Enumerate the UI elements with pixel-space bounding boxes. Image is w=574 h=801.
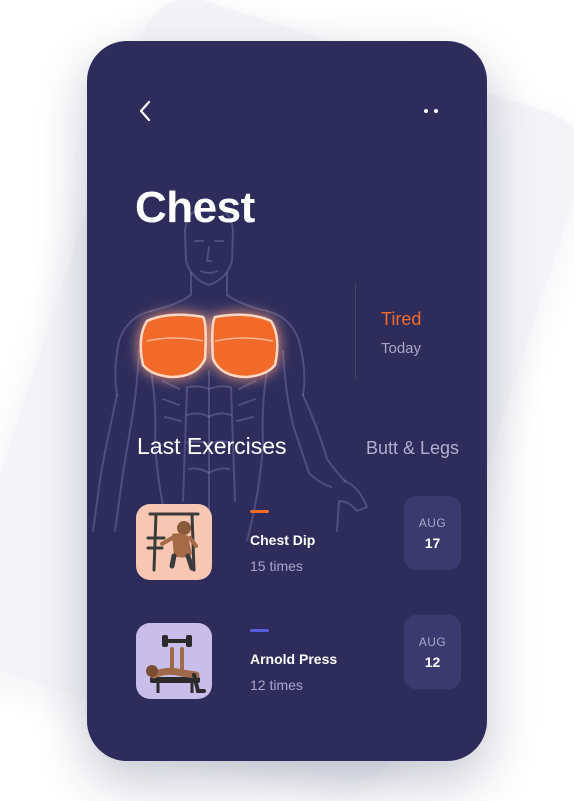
workout-screen: Chest Tired Today Last Exercises Butt & … bbox=[87, 41, 487, 761]
date-month: AUG bbox=[418, 515, 447, 530]
exercise-accent bbox=[250, 629, 269, 632]
exercise-thumbnail bbox=[136, 504, 212, 580]
exercise-count: 12 times bbox=[250, 677, 303, 693]
date-day: 12 bbox=[424, 653, 441, 670]
bench-press-illustration bbox=[146, 635, 206, 693]
last-exercises-heading: Last Exercises bbox=[137, 433, 287, 459]
exercise-accent bbox=[250, 510, 269, 513]
body-anatomy-figure bbox=[92, 211, 368, 541]
exercise-item[interactable]: Chest Dip 15 times AUG 17 bbox=[136, 496, 466, 584]
exercise-item[interactable]: Arnold Press 12 times AUG 12 bbox=[136, 615, 466, 703]
chest-highlight bbox=[139, 313, 279, 379]
chevron-left-icon bbox=[139, 100, 151, 122]
exercise-count: 15 times bbox=[250, 558, 303, 574]
butt-legs-tab[interactable]: Butt & Legs bbox=[366, 438, 459, 459]
exercise-date-badge: AUG 12 bbox=[404, 615, 461, 689]
date-month: AUG bbox=[418, 634, 447, 649]
status-time: Today bbox=[381, 340, 422, 357]
muscle-title: Chest bbox=[135, 183, 255, 232]
more-dots-icon bbox=[424, 109, 428, 113]
exercise-date-badge: AUG 17 bbox=[404, 496, 461, 570]
more-button[interactable] bbox=[419, 101, 443, 121]
dip-station-illustration bbox=[146, 512, 200, 572]
date-day: 17 bbox=[424, 534, 441, 551]
exercise-thumbnail bbox=[136, 623, 212, 699]
back-button[interactable] bbox=[133, 99, 157, 123]
exercise-name: Chest Dip bbox=[250, 532, 316, 548]
exercise-name: Arnold Press bbox=[250, 651, 338, 667]
muscle-status: Tired bbox=[381, 309, 422, 329]
status-divider bbox=[355, 283, 356, 378]
